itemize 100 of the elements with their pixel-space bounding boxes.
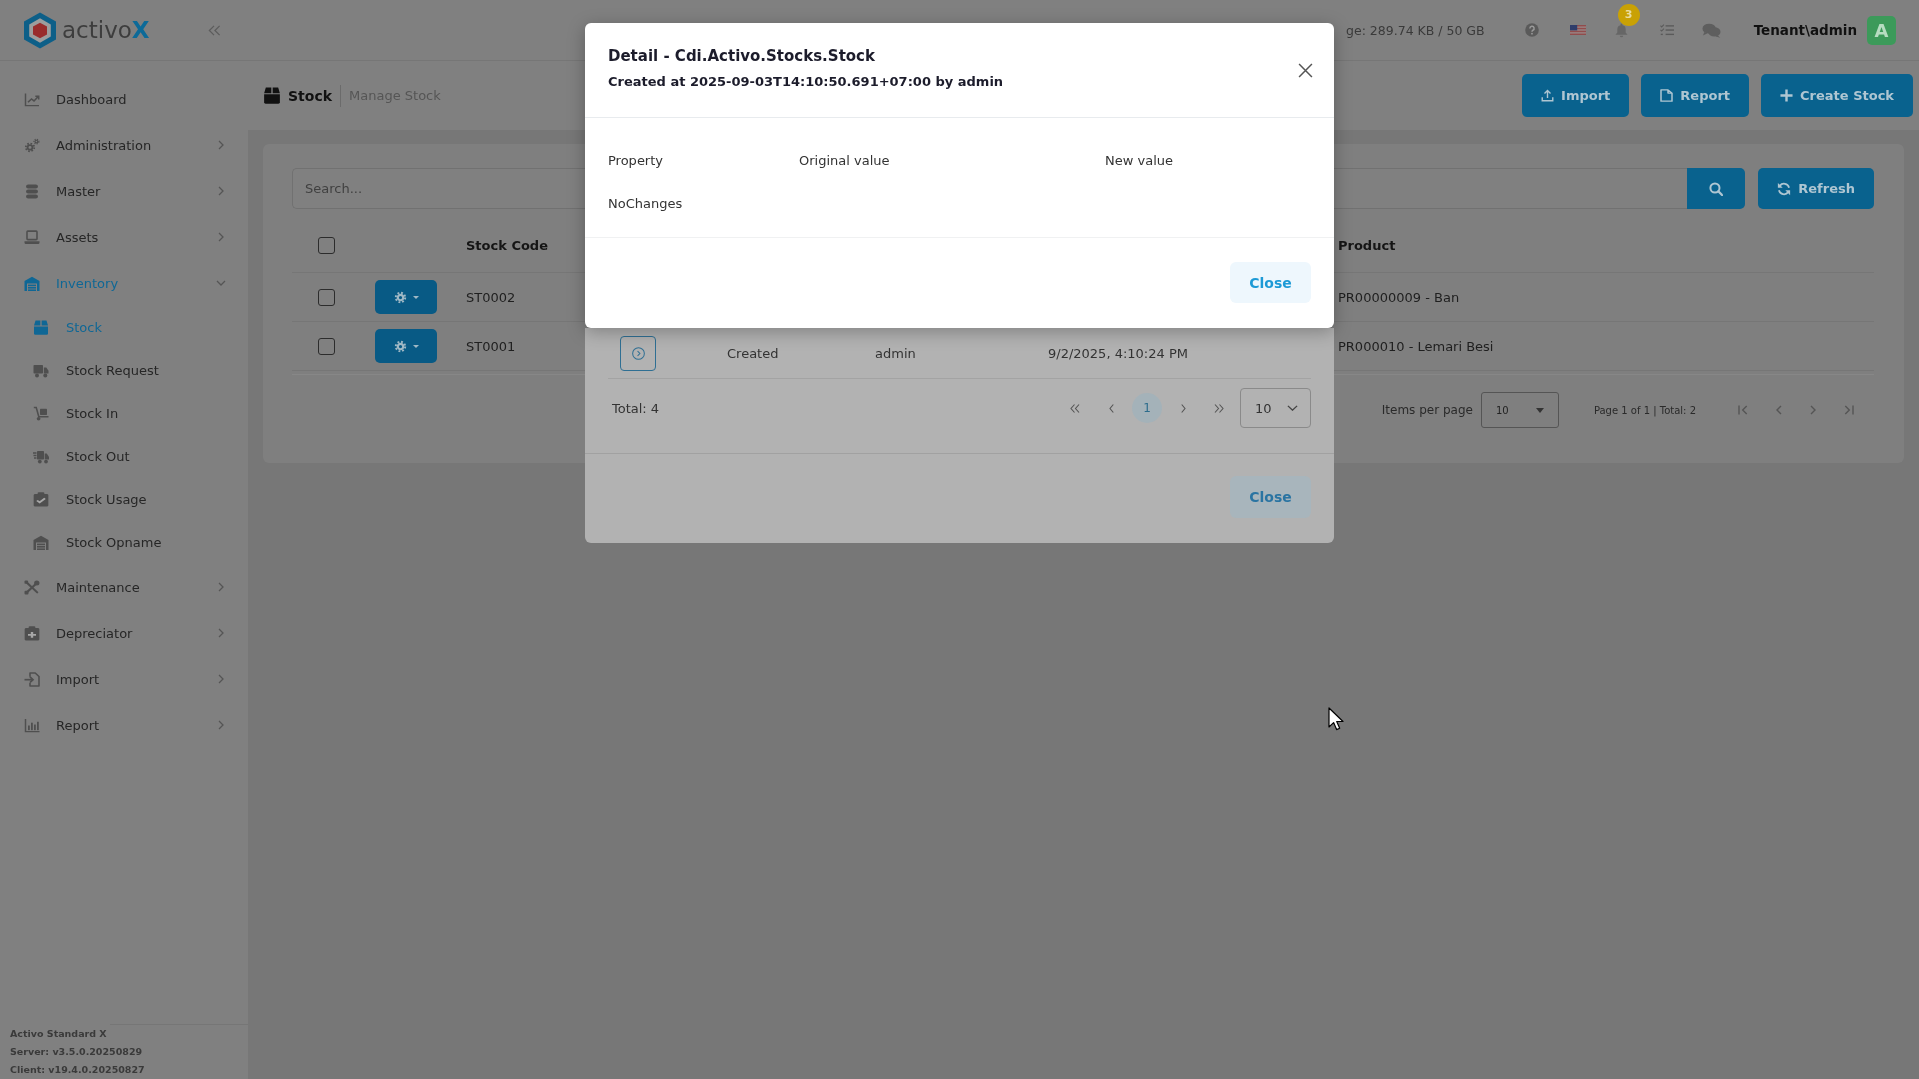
first-page-icon[interactable]: [1070, 403, 1080, 413]
nav-item[interactable]: Master: [0, 168, 248, 214]
page-title: Stock: [288, 87, 332, 104]
truck-icon: [33, 363, 49, 378]
action-button[interactable]: Import: [1522, 74, 1630, 117]
caret-icon: [412, 295, 419, 299]
close-button[interactable]: Close: [1230, 262, 1311, 303]
help-icon[interactable]: [1524, 23, 1539, 37]
row-checkbox[interactable]: [317, 288, 335, 306]
column-header: New value: [1105, 153, 1173, 168]
gears-icon: [24, 137, 40, 153]
circle-chevron-icon: [631, 346, 645, 360]
details-button[interactable]: [620, 335, 656, 371]
logo-text: activoX: [62, 16, 150, 45]
first-page-icon[interactable]: [1738, 405, 1748, 415]
last-page-icon[interactable]: [1844, 405, 1854, 415]
close-icon[interactable]: [1298, 63, 1313, 78]
storage-usage: ge: 289.74 KB / 50 GB: [1346, 22, 1485, 38]
dialog-subtitle: Created at 2025-09-03T14:10:50.691+07:00 by admin: [608, 73, 1004, 91]
hand-truck-icon: [33, 406, 49, 421]
refresh-icon: [1777, 181, 1792, 196]
nav-item[interactable]: Maintenance: [0, 564, 248, 610]
nav-item[interactable]: Stock Usage: [0, 478, 248, 521]
upload-icon: [1541, 89, 1555, 102]
page-size-select[interactable]: 10: [1240, 388, 1311, 428]
clipboard-icon: [24, 625, 40, 641]
flag-icon[interactable]: [1569, 25, 1586, 35]
total-count: Total: 4: [612, 400, 660, 416]
column-header: Property: [608, 153, 663, 168]
caret-icon: [1535, 407, 1544, 413]
tools-icon: [24, 579, 40, 595]
plus-icon: [1780, 89, 1794, 102]
history-action: Created: [727, 345, 779, 361]
history-time: 9/2/2025, 4:10:24 PM: [1048, 345, 1188, 361]
chevron-down-icon: [1287, 405, 1298, 411]
nav-item[interactable]: Stock In: [0, 392, 248, 435]
database-icon: [24, 183, 40, 199]
search-button[interactable]: [1687, 168, 1746, 209]
nav-item[interactable]: Stock Out: [0, 435, 248, 478]
next-page-icon[interactable]: [1810, 405, 1816, 415]
previous-page-icon[interactable]: [1776, 405, 1782, 415]
row-actions-button[interactable]: [375, 329, 437, 363]
nav-item[interactable]: Stock Request: [0, 349, 248, 392]
logo-icon: [23, 11, 57, 49]
empty-message: NoChanges: [608, 196, 683, 211]
truck-icon: [33, 449, 49, 464]
nav-item[interactable]: Administration: [0, 122, 248, 168]
clipboard-check-icon: [33, 492, 49, 507]
cursor-icon: [1328, 707, 1344, 731]
history-user: admin: [875, 345, 916, 361]
page-number-button[interactable]: 1: [1132, 393, 1162, 423]
checklist-icon[interactable]: [1659, 24, 1674, 36]
row-checkbox[interactable]: [317, 337, 335, 355]
box-icon: [33, 320, 49, 335]
page-info: Page 1 of 1 | Total: 2: [1593, 404, 1696, 416]
collapse-sidebar-icon[interactable]: [208, 24, 221, 36]
close-button[interactable]: Close: [1230, 476, 1311, 518]
page-size-select[interactable]: 10: [1480, 392, 1559, 428]
nav-item[interactable]: Stock Opname: [0, 521, 248, 564]
footer-text: Server: v3.5.0.20250829: [10, 1045, 144, 1059]
box-icon: [263, 87, 281, 104]
action-button[interactable]: Report: [1641, 74, 1750, 117]
caret-icon: [412, 344, 419, 348]
column-header: Original value: [799, 153, 890, 168]
laptop-icon: [24, 229, 40, 245]
nav-item[interactable]: Import: [0, 656, 248, 702]
action-button[interactable]: Create Stock: [1761, 74, 1913, 117]
nav-item[interactable]: Dashboard: [0, 76, 248, 122]
refresh-button[interactable]: Refresh: [1758, 168, 1874, 209]
nav-item[interactable]: Depreciator: [0, 610, 248, 656]
search-icon: [1709, 181, 1724, 196]
stock-code: ST0002: [466, 289, 516, 305]
nav-item[interactable]: Report: [0, 702, 248, 748]
footer-text: Activo Standard X: [10, 1027, 108, 1041]
bell-icon[interactable]: [1614, 22, 1628, 38]
warehouse-icon: [33, 535, 49, 550]
items-per-page-label: Items per page: [1381, 403, 1473, 417]
nav-item[interactable]: Assets: [0, 214, 248, 260]
file-import-icon: [24, 671, 40, 687]
select-all-checkbox[interactable]: [317, 237, 335, 254]
dialog-title: Detail - Cdi.Activo.Stocks.Stock: [608, 46, 876, 67]
previous-page-icon[interactable]: [1108, 403, 1114, 413]
gear-icon: [393, 339, 407, 353]
footer-text: Client: v19.4.0.20250827: [10, 1063, 146, 1077]
line-chart-icon: [24, 91, 40, 107]
stock-code: ST0001: [466, 338, 516, 354]
file-icon: [1660, 89, 1674, 102]
product-name: PR000010 - Lemari Besi: [1338, 338, 1494, 354]
last-page-icon[interactable]: [1214, 403, 1224, 413]
gear-icon: [393, 290, 407, 304]
column-header[interactable]: Product: [1338, 238, 1396, 253]
user-name[interactable]: Tenant\admin: [1753, 22, 1857, 38]
notification-badge: 3: [1617, 3, 1640, 26]
column-header[interactable]: Stock Code: [466, 238, 548, 253]
user-avatar[interactable]: A: [1867, 15, 1896, 45]
warehouse-icon: [24, 275, 40, 291]
row-actions-button[interactable]: [375, 280, 437, 314]
next-page-icon[interactable]: [1180, 403, 1186, 413]
product-name: PR00000009 - Ban: [1338, 289, 1460, 305]
chat-icon[interactable]: [1701, 22, 1721, 38]
